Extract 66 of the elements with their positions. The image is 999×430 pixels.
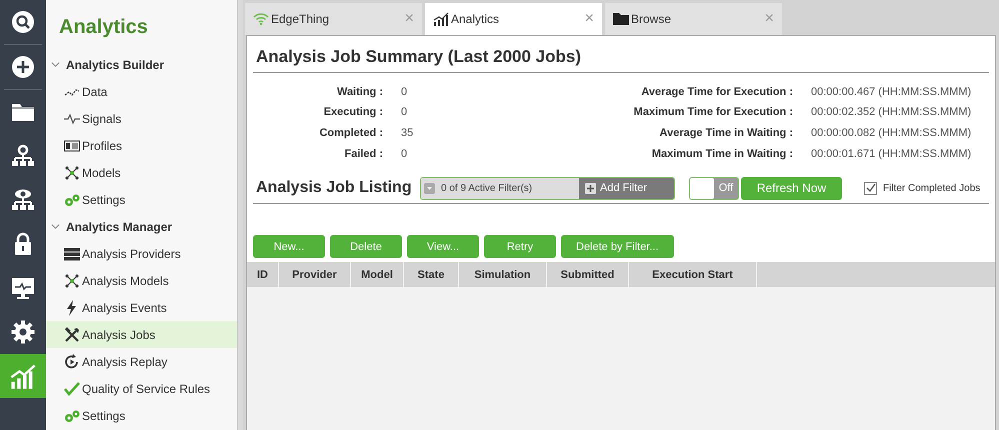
tab-label: Analytics — [451, 11, 500, 28]
bar-chart-icon — [9, 362, 37, 390]
check-icon — [64, 380, 80, 396]
sidebar-item[interactable]: Analysis Models — [46, 267, 237, 294]
node-graph-icon — [64, 272, 80, 288]
stat-label: Executing : — [324, 105, 383, 120]
filter-count: 0 of 9 Active Filter(s) — [441, 182, 532, 196]
stat-label: Failed : — [344, 146, 383, 162]
sidebar-item[interactable]: Data — [46, 78, 237, 105]
chevron-icon — [51, 222, 60, 231]
replay-icon — [64, 354, 80, 370]
sidebar-item[interactable]: Analysis Providers — [46, 240, 237, 267]
gears-icon — [64, 192, 80, 208]
stat-label: Average Time for Execution : — [641, 84, 793, 100]
sidebar-item[interactable]: Settings — [46, 402, 237, 429]
bar-chart-icon — [433, 11, 449, 27]
stat-label: Average Time in Waiting : — [660, 126, 793, 141]
monitor-icon — [11, 276, 35, 300]
stat-value: 00:00:01.671 (HH:MM:SS.MMM) — [811, 146, 972, 162]
group-header[interactable]: Analytics Builder — [46, 51, 237, 78]
wifi-icon — [253, 11, 269, 27]
tab[interactable]: EdgeThing × — [245, 3, 422, 35]
stat-label: Maximum Time for Execution : — [634, 105, 793, 120]
plus-icon — [585, 182, 596, 194]
profile-card-icon — [64, 138, 80, 154]
sidebar-item[interactable]: Settings — [46, 186, 237, 213]
search-icon — [11, 10, 35, 34]
stat-label: Waiting : — [336, 84, 383, 100]
stat-value: 0 — [401, 84, 408, 100]
stat-value: 35 — [401, 126, 414, 141]
stat-value: 00:00:00.082 (HH:MM:SS.MMM) — [811, 126, 972, 141]
eye-network-icon — [11, 188, 35, 212]
sidebar-item[interactable]: Models — [46, 159, 237, 186]
network-icon — [11, 144, 35, 168]
server-rack-icon — [64, 246, 80, 262]
chevron-icon — [51, 60, 60, 69]
stat-value: 00:00:00.467 (HH:MM:SS.MMM) — [811, 84, 972, 100]
section-title: Analysis Job Listing — [255, 178, 413, 198]
tab-label: EdgeThing — [271, 11, 330, 28]
stat-label: Maximum Time in Waiting : — [652, 146, 793, 162]
sidebar-item[interactable]: Profiles — [46, 132, 237, 159]
sidebar-item[interactable]: Analysis Jobs — [46, 321, 237, 348]
tab[interactable]: Analytics × — [425, 3, 602, 35]
gear-icon — [11, 320, 35, 344]
checkbox[interactable] — [864, 182, 877, 195]
sidebar-item[interactable]: Analysis Replay — [46, 348, 237, 375]
stat-value: 00:00:02.352 (HH:MM:SS.MMM) — [811, 105, 972, 120]
stat-label: Completed : — [319, 126, 383, 141]
sidebar-item[interactable]: Analysis Events — [46, 294, 237, 321]
tab-label: Browse — [631, 11, 672, 28]
group-header[interactable]: Analytics Manager — [46, 213, 237, 240]
node-graph-icon — [64, 164, 80, 180]
section-title: Analysis Job Summary (Last 2000 Jobs) — [253, 44, 989, 72]
plus-icon — [11, 55, 35, 79]
stat-value: 0 — [401, 146, 408, 162]
folder-icon — [613, 11, 629, 27]
tab[interactable]: Browse × — [605, 3, 782, 35]
sidebar-title: Analytics — [58, 15, 149, 40]
checkbox-label: Filter Completed Jobs — [883, 182, 980, 196]
sidebar-item[interactable]: Signals — [46, 105, 237, 132]
dropdown-icon — [424, 182, 435, 194]
stat-value: 0 — [401, 105, 408, 120]
tools-icon — [64, 326, 80, 342]
sidebar-item[interactable]: Quality of Service Rules — [46, 375, 237, 402]
gears-icon — [64, 408, 80, 424]
add-filter-button[interactable]: Add Filter — [579, 178, 674, 199]
